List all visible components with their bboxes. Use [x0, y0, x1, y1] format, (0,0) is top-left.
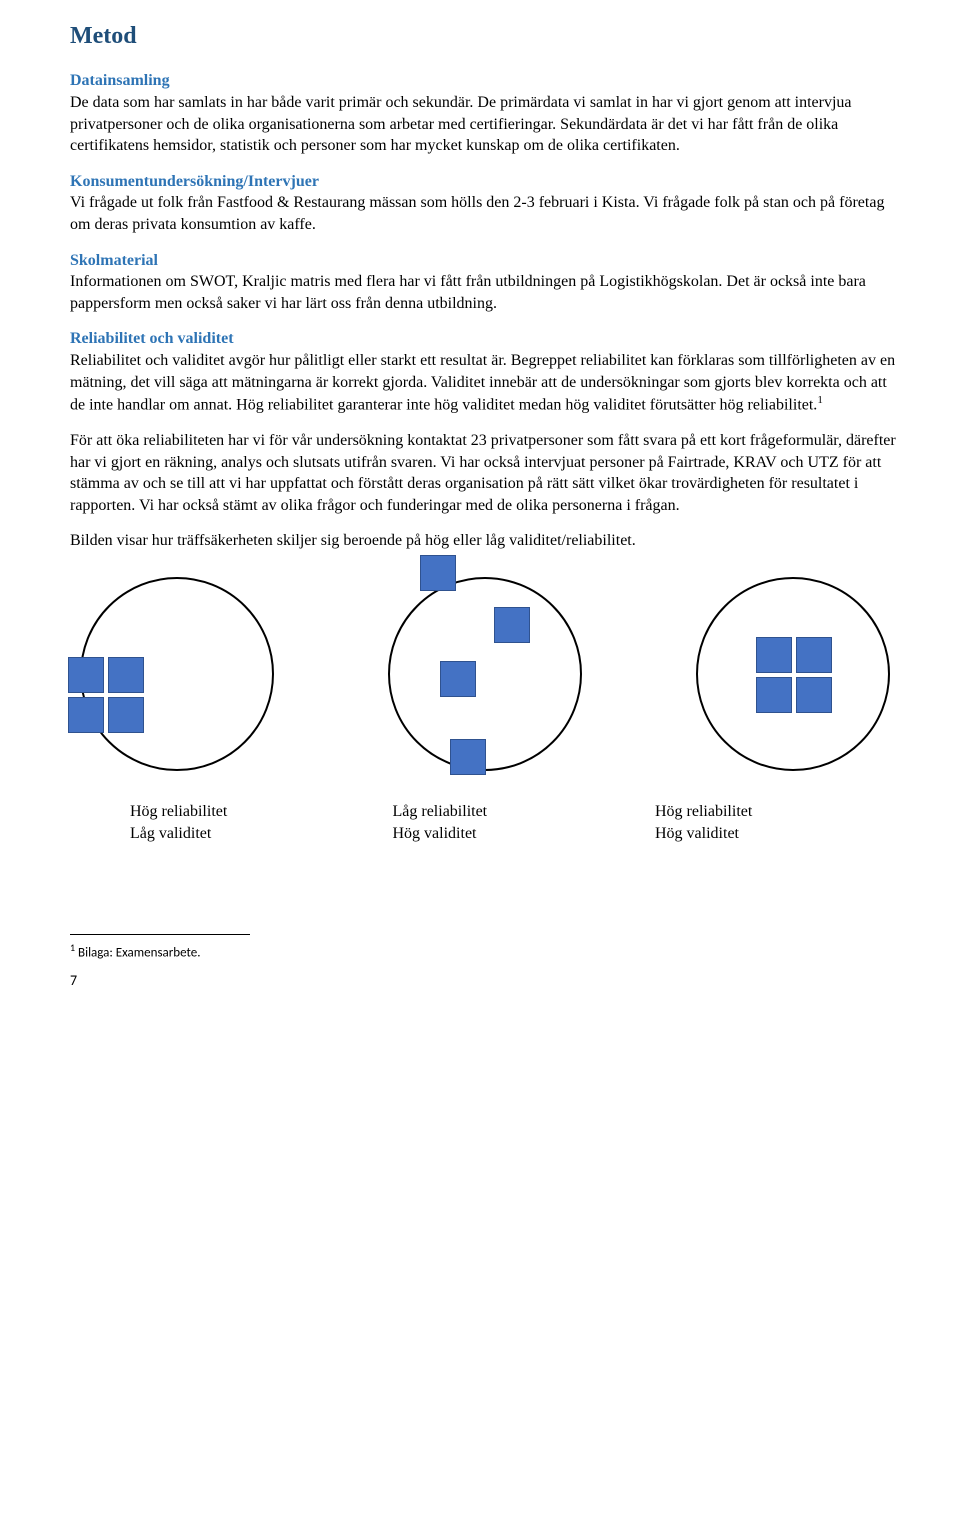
- diagram-3: [696, 577, 890, 771]
- body-reliabilitet-3: Bilden visar hur träffsäkerheten skiljer…: [70, 530, 900, 552]
- diagram-1-label: Hög reliabilitet Låg validitet: [130, 801, 330, 844]
- diagram-2-label: Låg reliabilitet Hög validitet: [393, 801, 593, 844]
- square-icon: [108, 697, 144, 733]
- square-icon: [796, 637, 832, 673]
- page-title: Metod: [70, 20, 900, 52]
- diagram-2: [388, 577, 582, 771]
- body-reliabilitet-1: Reliabilitet och validitet avgör hur pål…: [70, 352, 895, 414]
- heading-reliabilitet: Reliabilitet och validitet: [70, 330, 234, 347]
- square-icon: [796, 677, 832, 713]
- square-icon: [440, 661, 476, 697]
- diagram-1-circle: [80, 577, 274, 771]
- heading-datainsamling: Datainsamling: [70, 72, 170, 89]
- diagram-row: [70, 577, 900, 771]
- diagram-3-circle: [696, 577, 890, 771]
- footnote-marker-inline: 1: [817, 394, 823, 406]
- body-konsument: Vi frågade ut folk från Fastfood & Resta…: [70, 194, 884, 233]
- square-icon: [450, 739, 486, 775]
- square-icon: [68, 657, 104, 693]
- heading-konsument: Konsumentundersökning/Intervjuer: [70, 173, 319, 190]
- diagram-1: [80, 577, 274, 771]
- page-number: 7: [70, 972, 900, 991]
- square-icon: [756, 677, 792, 713]
- square-icon: [756, 637, 792, 673]
- diagram-2-circle: [388, 577, 582, 771]
- square-icon: [420, 555, 456, 591]
- footnote: 1 Bilaga: Examensarbete.: [70, 941, 900, 962]
- diagram-1-label-line1: Hög reliabilitet: [130, 803, 227, 820]
- diagram-3-label: Hög reliabilitet Hög validitet: [655, 801, 855, 844]
- square-icon: [108, 657, 144, 693]
- body-reliabilitet-2: För att öka reliabiliteten har vi för vå…: [70, 430, 900, 516]
- diagram-3-label-line2: Hög validitet: [655, 825, 739, 842]
- heading-skolmaterial: Skolmaterial: [70, 252, 158, 269]
- footnote-text: Bilaga: Examensarbete.: [75, 946, 200, 961]
- diagram-2-label-line2: Hög validitet: [393, 825, 477, 842]
- footnote-rule: [70, 934, 250, 935]
- square-icon: [68, 697, 104, 733]
- diagram-1-label-line2: Låg validitet: [130, 825, 211, 842]
- body-skolmaterial: Informationen om SWOT, Kraljic matris me…: [70, 273, 866, 312]
- diagram-labels-row: Hög reliabilitet Låg validitet Låg relia…: [70, 801, 900, 844]
- diagram-3-label-line1: Hög reliabilitet: [655, 803, 752, 820]
- body-datainsamling: De data som har samlats in har både vari…: [70, 94, 852, 154]
- square-icon: [494, 607, 530, 643]
- diagram-2-label-line1: Låg reliabilitet: [393, 803, 488, 820]
